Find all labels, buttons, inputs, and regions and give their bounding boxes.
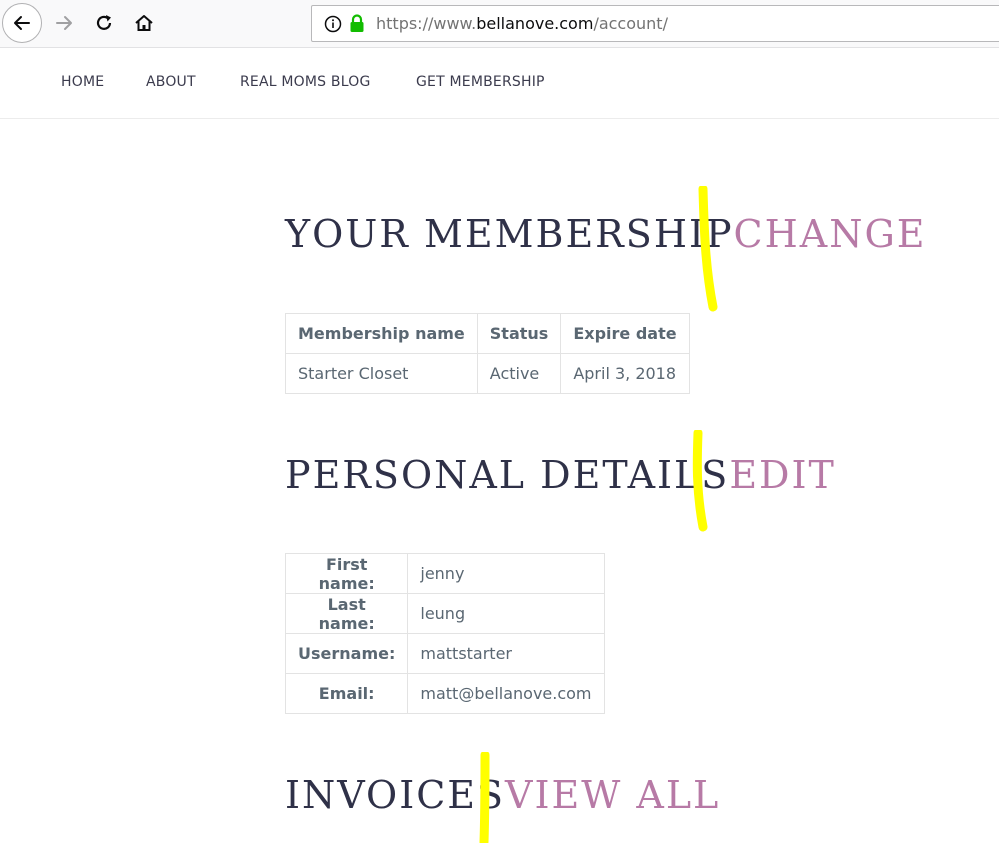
url-text[interactable]: https://www.bellanove.com/account/ — [376, 14, 668, 33]
edit-details-link[interactable]: EDIT — [729, 453, 836, 497]
membership-expire-cell: April 3, 2018 — [560, 353, 690, 394]
url-host: bellanove.com — [476, 14, 594, 33]
site-nav: HOME ABOUT REAL MOMS BLOG GET MEMBERSHIP — [0, 49, 999, 119]
reload-icon — [96, 15, 112, 30]
table-row: Username: mattstarter — [284, 633, 605, 674]
back-button[interactable] — [2, 3, 42, 43]
first-name-value: jenny — [407, 553, 605, 594]
email-label: Email: — [284, 673, 409, 714]
column-header: Expire date — [560, 313, 690, 354]
table-header-row: Membership name Status Expire date — [285, 313, 690, 354]
url-bar[interactable]: https://www.bellanove.com/account/ — [311, 5, 999, 42]
forward-arrow-icon — [56, 16, 72, 30]
info-icon[interactable] — [324, 15, 342, 33]
table-row: Last name: leung — [284, 593, 605, 634]
personal-details-title: PERSONAL DETAILS — [285, 453, 730, 497]
column-header: Membership name — [285, 313, 478, 354]
first-name-label: First name: — [284, 553, 409, 594]
username-label: Username: — [284, 633, 409, 674]
home-button[interactable] — [124, 3, 164, 43]
invoices-heading: INVOICESVIEW ALL — [285, 776, 720, 814]
membership-title: YOUR MEMBERSHIP — [285, 212, 734, 256]
table-row: First name: jenny — [284, 553, 605, 594]
nav-about-link[interactable]: ABOUT — [146, 74, 196, 90]
reload-button[interactable] — [84, 3, 124, 43]
change-membership-link[interactable]: CHANGE — [734, 212, 927, 256]
nav-membership-link[interactable]: GET MEMBERSHIP — [416, 74, 545, 90]
lock-icon[interactable] — [348, 14, 366, 34]
forward-button[interactable] — [44, 3, 84, 43]
table-row: Email: matt@bellanove.com — [284, 673, 605, 714]
browser-toolbar: https://www.bellanove.com/account/ — [0, 0, 999, 48]
nav-home-link[interactable]: HOME — [61, 74, 104, 90]
nav-blog-link[interactable]: REAL MOMS BLOG — [240, 74, 371, 90]
table-row: Starter Closet Active April 3, 2018 — [285, 353, 690, 394]
last-name-label: Last name: — [284, 593, 409, 634]
url-prefix: https://www. — [376, 14, 477, 33]
view-all-invoices-link[interactable]: VIEW ALL — [505, 773, 720, 817]
last-name-value: leung — [407, 593, 605, 634]
username-value: mattstarter — [407, 633, 605, 674]
membership-name-cell: Starter Closet — [285, 353, 478, 394]
membership-table: Membership name Status Expire date Start… — [285, 313, 690, 394]
invoices-title: INVOICES — [285, 773, 506, 817]
url-path: /account/ — [593, 14, 668, 33]
column-header: Status — [476, 313, 562, 354]
email-value: matt@bellanove.com — [407, 673, 605, 714]
membership-heading: YOUR MEMBERSHIPCHANGE — [285, 215, 927, 253]
back-arrow-icon — [14, 16, 30, 30]
personal-details-heading: PERSONAL DETAILSEDIT — [285, 456, 836, 494]
home-icon — [135, 15, 153, 31]
personal-details-table: First name: jenny Last name: leung Usern… — [284, 553, 605, 714]
membership-status-cell: Active — [476, 353, 562, 394]
